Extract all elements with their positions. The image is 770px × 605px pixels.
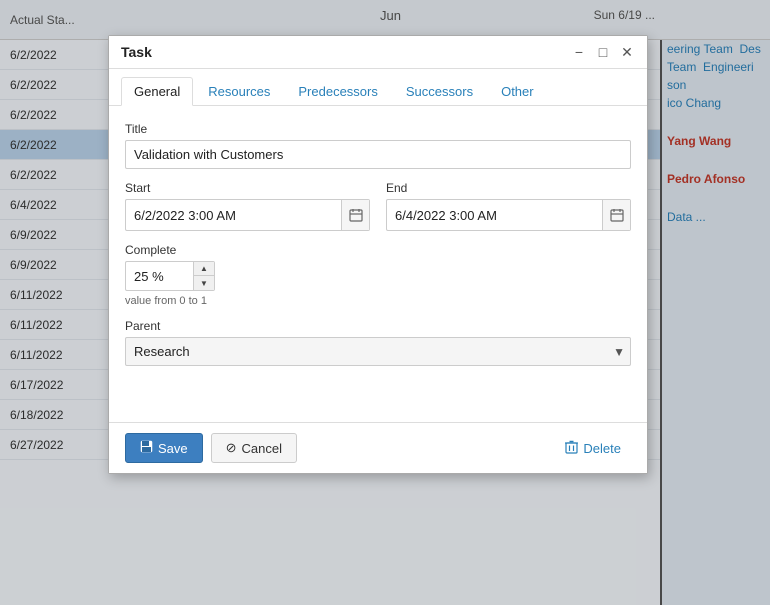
tab-successors[interactable]: Successors [393, 77, 486, 105]
maximize-button[interactable]: □ [595, 44, 611, 60]
spinner-down-button[interactable]: ▼ [194, 276, 214, 290]
parent-field-group: Parent Research Development Testing Depl… [125, 319, 631, 366]
complete-label: Complete [125, 243, 631, 257]
parent-label: Parent [125, 319, 631, 333]
dialog-body: Title Start [109, 106, 647, 422]
dialog-titlebar: Task − □ ✕ [109, 36, 647, 69]
start-date-input[interactable] [126, 202, 341, 229]
end-date-wrapper [386, 199, 631, 231]
start-field-group: Start [125, 181, 370, 231]
start-label: Start [125, 181, 370, 195]
dialog-title: Task [121, 44, 152, 60]
start-date-wrapper [125, 199, 370, 231]
save-button[interactable]: Save [125, 433, 203, 463]
dialog-footer: Save ⊘ Cancel Delete [109, 422, 647, 473]
cancel-icon: ⊘ [226, 440, 237, 456]
end-label: End [386, 181, 631, 195]
tab-other[interactable]: Other [488, 77, 547, 105]
trash-icon [565, 440, 578, 457]
tab-predecessors[interactable]: Predecessors [285, 77, 390, 105]
end-calendar-button[interactable] [602, 200, 630, 230]
delete-button[interactable]: Delete [555, 434, 631, 463]
cancel-button-label: Cancel [242, 441, 282, 456]
calendar-icon [349, 208, 363, 222]
task-dialog: Task − □ ✕ General Resources Predecessor… [108, 35, 648, 474]
dialog-tabs: General Resources Predecessors Successor… [109, 69, 647, 106]
empty-area [125, 366, 631, 406]
complete-spinner-wrapper: ▲ ▼ [125, 261, 631, 291]
tab-general[interactable]: General [121, 77, 193, 106]
spinner-up-button[interactable]: ▲ [194, 262, 214, 276]
title-label: Title [125, 122, 631, 136]
dialog-window-controls: − □ ✕ [571, 44, 635, 60]
complete-spinner-box: ▲ ▼ [125, 261, 215, 291]
spinner-arrows: ▲ ▼ [193, 262, 214, 290]
end-field-group: End [386, 181, 631, 231]
delete-button-label: Delete [583, 441, 621, 456]
cancel-button[interactable]: ⊘ Cancel [211, 433, 297, 463]
complete-hint: value from 0 to 1 [125, 295, 631, 307]
start-calendar-button[interactable] [341, 200, 369, 230]
tab-resources[interactable]: Resources [195, 77, 283, 105]
calendar-icon [610, 208, 624, 222]
close-button[interactable]: ✕ [619, 44, 635, 60]
parent-select[interactable]: Research Development Testing Deployment [125, 337, 631, 366]
minimize-button[interactable]: − [571, 44, 587, 60]
complete-field-group: Complete ▲ ▼ value from 0 to 1 [125, 243, 631, 307]
end-date-input[interactable] [387, 202, 602, 229]
save-icon [140, 440, 153, 456]
complete-spinner-input[interactable] [126, 264, 193, 289]
parent-select-wrapper: Research Development Testing Deployment … [125, 337, 631, 366]
title-input[interactable] [125, 140, 631, 169]
start-end-row: Start End [125, 181, 631, 231]
title-field-group: Title [125, 122, 631, 169]
footer-left-buttons: Save ⊘ Cancel [125, 433, 297, 463]
save-button-label: Save [158, 441, 188, 456]
